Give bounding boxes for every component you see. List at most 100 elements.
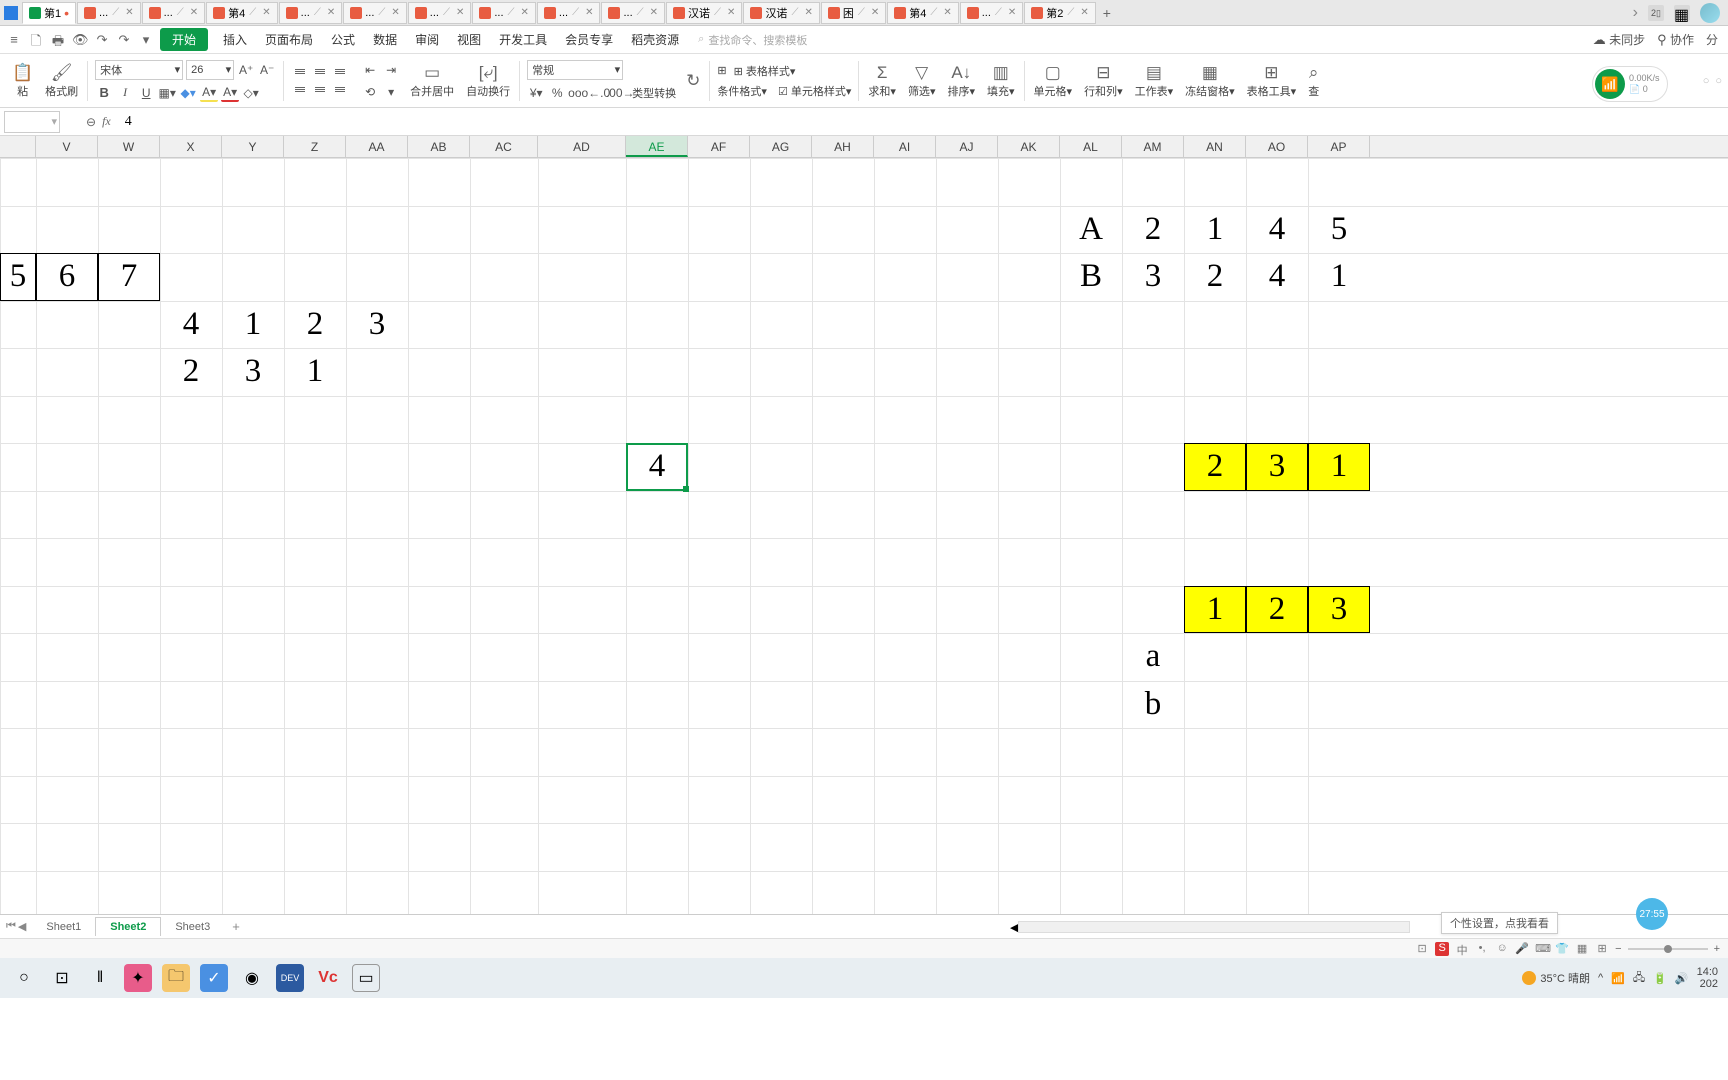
col-header[interactable]: AI bbox=[874, 136, 936, 157]
pin-icon[interactable]: ⟋ bbox=[314, 7, 321, 18]
menu-item[interactable]: 稻壳资源 bbox=[622, 31, 688, 48]
close-icon[interactable]: ✕ bbox=[871, 7, 879, 18]
cell[interactable]: 4 bbox=[1246, 253, 1308, 301]
pin-icon[interactable]: ⟋ bbox=[249, 7, 256, 18]
align-left-icon[interactable] bbox=[291, 82, 309, 98]
pin-icon[interactable]: ⟋ bbox=[1067, 7, 1074, 18]
close-icon[interactable]: ✕ bbox=[650, 7, 658, 18]
col-header[interactable]: AF bbox=[688, 136, 750, 157]
cell[interactable]: 5 bbox=[0, 253, 36, 301]
sheet-tab[interactable]: Sheet2 bbox=[95, 917, 161, 936]
horizontal-scrollbar[interactable]: ◀ bbox=[1010, 920, 1410, 934]
type-convert[interactable]: 类型转换 bbox=[632, 85, 676, 101]
lang-icon[interactable]: 中 bbox=[1455, 942, 1469, 956]
skin-icon[interactable]: 👕 bbox=[1555, 942, 1569, 956]
col-header[interactable]: AP bbox=[1308, 136, 1370, 157]
undo-icon[interactable]: ↶ bbox=[94, 32, 110, 48]
sort-button[interactable]: A↓排序▾ bbox=[941, 58, 981, 104]
cell[interactable]: 4 bbox=[160, 301, 222, 349]
clock[interactable]: 14:0202 bbox=[1697, 966, 1718, 990]
menu-item[interactable]: 会员专享 bbox=[556, 31, 622, 48]
cell-style[interactable]: ☑ 单元格样式▾ bbox=[778, 83, 851, 99]
zoom-slider[interactable] bbox=[1628, 948, 1708, 950]
highlight-button[interactable]: A▾ bbox=[200, 84, 218, 102]
cell[interactable]: 1 bbox=[1184, 206, 1246, 254]
pin-icon[interactable]: ⟋ bbox=[995, 7, 1002, 18]
close-icon[interactable]: ✕ bbox=[521, 7, 529, 18]
pin-icon[interactable]: ⟋ bbox=[112, 7, 119, 18]
emoji-icon[interactable]: ☺ bbox=[1495, 942, 1509, 956]
number-format-select[interactable]: 常规▾ bbox=[527, 60, 623, 80]
cube-icon[interactable]: ▦ bbox=[1575, 942, 1589, 956]
save-icon[interactable]: 🗋 bbox=[28, 32, 44, 48]
add-sheet-button[interactable]: + bbox=[224, 919, 248, 934]
col-header[interactable]: Y bbox=[222, 136, 284, 157]
close-icon[interactable]: ✕ bbox=[456, 7, 464, 18]
col-header[interactable]: AN bbox=[1184, 136, 1246, 157]
task-view-icon[interactable]: ⊡ bbox=[48, 964, 76, 992]
close-icon[interactable]: ✕ bbox=[262, 7, 270, 18]
tab-nav-icon[interactable]: › bbox=[1633, 4, 1638, 22]
indent-left-icon[interactable]: ⇤ bbox=[361, 61, 379, 79]
pin-icon[interactable]: ⟋ bbox=[858, 7, 865, 18]
vc-icon[interactable]: Vc bbox=[314, 964, 342, 992]
keyboard-icon[interactable]: ⌨ bbox=[1535, 942, 1549, 956]
cell[interactable]: 7 bbox=[98, 253, 160, 301]
file-tab[interactable]: 困⟋✕ bbox=[821, 2, 886, 24]
redo-icon[interactable]: ↷ bbox=[116, 32, 132, 48]
indent-right-icon[interactable]: ⇥ bbox=[382, 61, 400, 79]
cell[interactable]: 2 bbox=[160, 348, 222, 396]
file-tab-active[interactable]: 第1• bbox=[22, 2, 76, 24]
file-tab[interactable]: ...⟋✕ bbox=[343, 2, 407, 24]
col-header[interactable]: AA bbox=[346, 136, 408, 157]
tools-button[interactable]: ⊞表格工具▾ bbox=[1241, 58, 1303, 104]
mic-icon[interactable]: 🎤 bbox=[1515, 942, 1529, 956]
fill-color-button[interactable]: ◆▾ bbox=[179, 84, 197, 102]
cell[interactable]: 2 bbox=[1122, 206, 1184, 254]
close-icon[interactable]: ✕ bbox=[1080, 7, 1088, 18]
file-tab[interactable]: 汉诺⟋✕ bbox=[666, 2, 742, 24]
pin-icon[interactable]: ⟋ bbox=[378, 7, 385, 18]
col-header[interactable]: W bbox=[98, 136, 160, 157]
circle-icon[interactable]: ○ bbox=[1703, 75, 1710, 87]
close-icon[interactable]: ✕ bbox=[804, 7, 812, 18]
menu-start[interactable]: 开始 bbox=[160, 28, 208, 51]
close-icon[interactable]: ✕ bbox=[125, 7, 133, 18]
start-icon[interactable]: ○ bbox=[10, 964, 38, 992]
cell[interactable]: B bbox=[1060, 253, 1122, 301]
cell[interactable]: 5 bbox=[1308, 206, 1370, 254]
app3-icon[interactable]: ▭ bbox=[352, 964, 380, 992]
dev-icon[interactable]: DEV bbox=[276, 964, 304, 992]
cell[interactable]: 3 bbox=[1246, 443, 1308, 491]
increase-font-icon[interactable]: A⁺ bbox=[237, 61, 255, 79]
punct-icon[interactable]: •, bbox=[1475, 942, 1489, 956]
user-avatar[interactable] bbox=[1700, 3, 1720, 23]
name-box[interactable]: ▾ bbox=[4, 111, 60, 133]
close-icon[interactable]: ✕ bbox=[585, 7, 593, 18]
file-tab[interactable]: 第4⟋✕ bbox=[887, 2, 959, 24]
freeze-button[interactable]: ▦冻结窗格▾ bbox=[1179, 58, 1241, 104]
pin-icon[interactable]: ⟋ bbox=[177, 7, 184, 18]
ime-icon[interactable]: S bbox=[1435, 942, 1449, 956]
size-select[interactable]: 26▾ bbox=[186, 60, 234, 80]
tray-volume-icon[interactable]: 🔊 bbox=[1675, 972, 1689, 985]
cell[interactable]: 3 bbox=[222, 348, 284, 396]
menu-item[interactable]: 审阅 bbox=[406, 31, 448, 48]
formula-value[interactable]: 4 bbox=[125, 114, 132, 130]
tray-chevron-icon[interactable]: ^ bbox=[1598, 972, 1603, 984]
spreadsheet-grid[interactable]: VWXYZAAABACADAEAFAGAHAIAJAKALAMANAOAP 56… bbox=[0, 136, 1728, 914]
align-center-icon[interactable] bbox=[311, 82, 329, 98]
file-tab[interactable]: 第2⟋✕ bbox=[1024, 2, 1096, 24]
tray-wifi-icon[interactable]: 📶 bbox=[1611, 972, 1625, 985]
col-header[interactable]: AD bbox=[538, 136, 626, 157]
menu-item[interactable]: 开发工具 bbox=[490, 31, 556, 48]
align-top-center-icon[interactable] bbox=[311, 64, 329, 80]
sheet-nav-first-icon[interactable]: ⏮ bbox=[6, 920, 16, 933]
sheet-nav-prev-icon[interactable]: ◀ bbox=[18, 920, 26, 933]
wrap-dropdown-icon[interactable]: ▾ bbox=[382, 83, 400, 101]
menu-item[interactable]: 数据 bbox=[364, 31, 406, 48]
reading-layout-icon[interactable]: ⊡ bbox=[1415, 942, 1429, 956]
border-button[interactable]: ▦▾ bbox=[158, 84, 176, 102]
scroll-left-icon[interactable]: ◀ bbox=[1010, 921, 1018, 934]
cell[interactable]: 2 bbox=[1246, 586, 1308, 634]
